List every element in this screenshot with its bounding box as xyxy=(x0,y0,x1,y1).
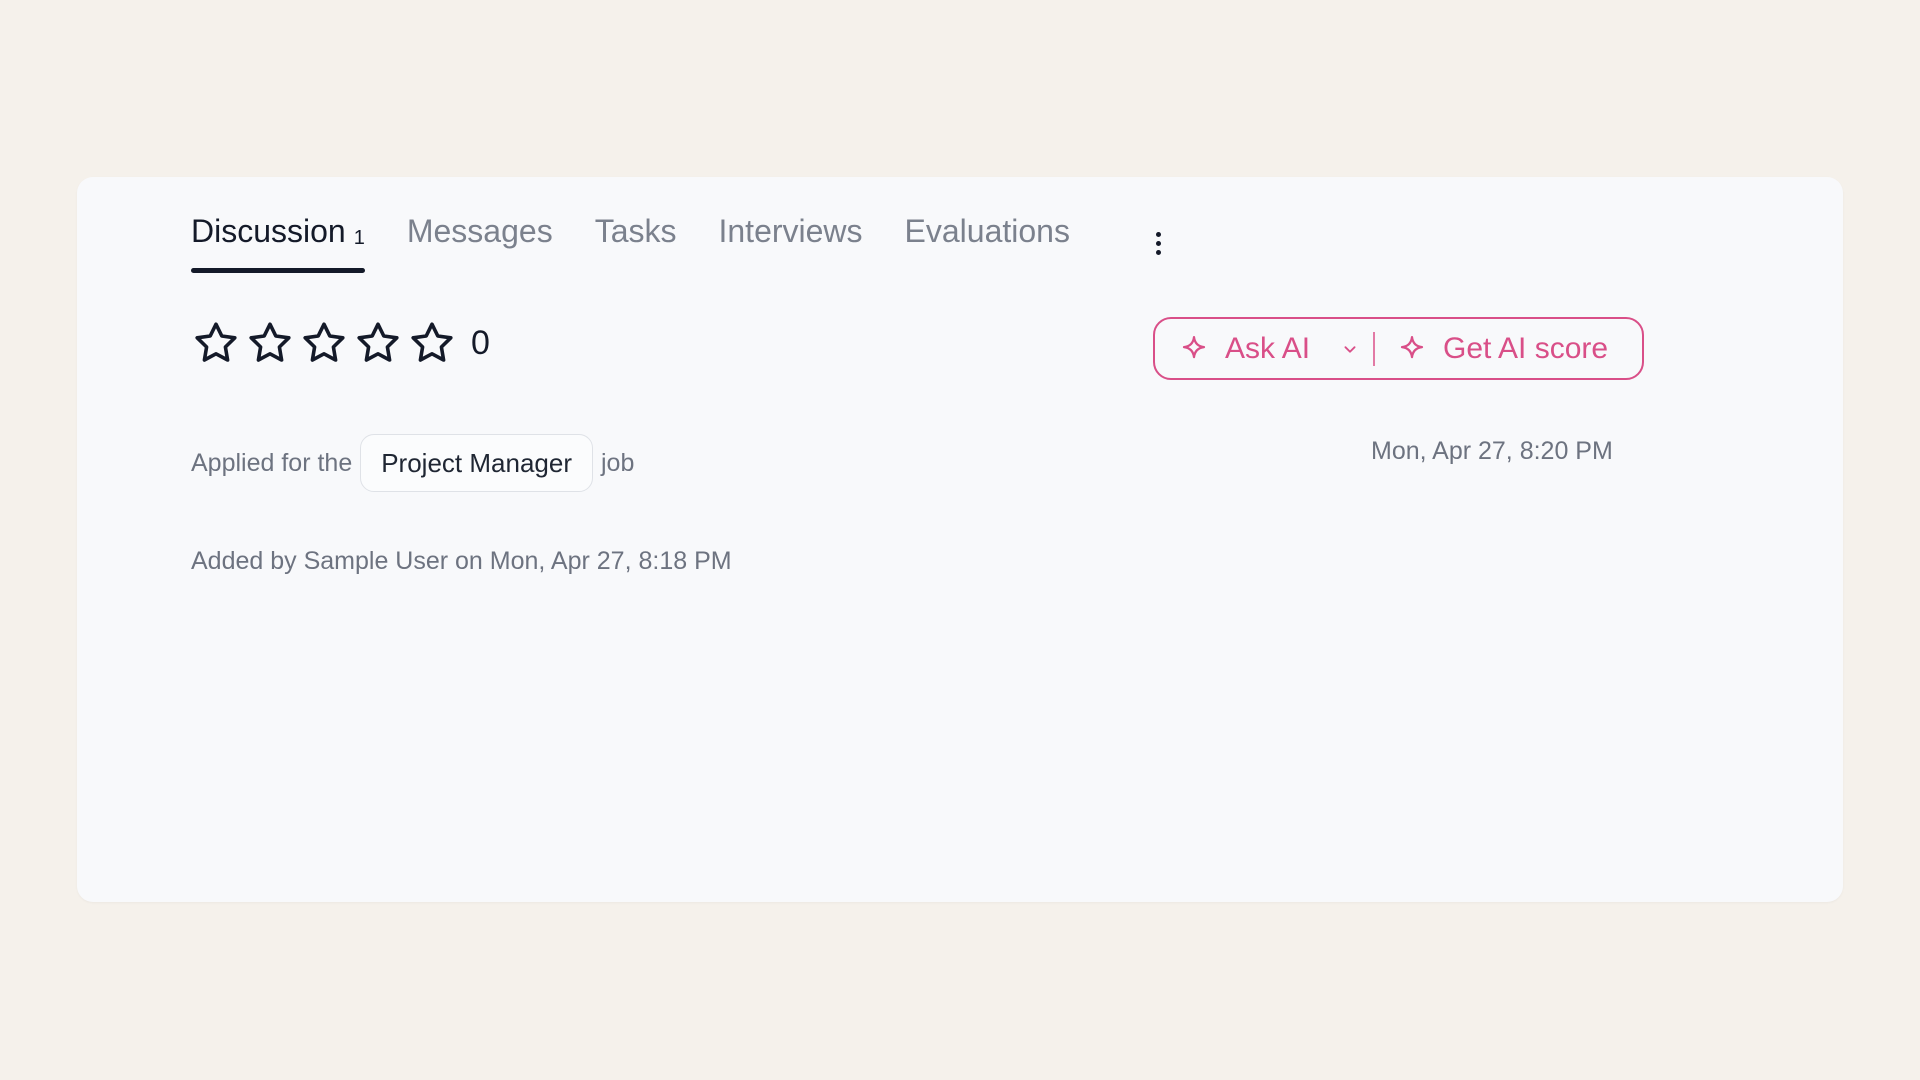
kebab-dot xyxy=(1155,231,1161,237)
star-outline-icon[interactable] xyxy=(353,319,403,367)
tab-tasks[interactable]: Tasks xyxy=(595,213,677,273)
star-outline-icon[interactable] xyxy=(299,319,349,367)
applied-suffix: job xyxy=(600,448,635,477)
get-ai-score-button[interactable]: Get AI score xyxy=(1397,319,1608,378)
tab-discussion[interactable]: Discussion 1 xyxy=(191,213,365,273)
kebab-dot xyxy=(1155,240,1161,246)
tab-interviews[interactable]: Interviews xyxy=(718,213,862,273)
application-timestamp: Mon, Apr 27, 8:20 PM xyxy=(1371,437,1613,465)
tab-evaluations[interactable]: Evaluations xyxy=(905,213,1070,273)
star-outline-icon[interactable] xyxy=(191,319,241,367)
added-by-note: Added by Sample User on Mon, Apr 27, 8:1… xyxy=(191,547,732,575)
applied-prefix: Applied for the xyxy=(191,448,353,477)
ai-actions-group: Ask AI Get AI score xyxy=(1153,317,1644,380)
get-ai-score-label: Get AI score xyxy=(1443,331,1609,365)
tab-evaluations-label: Evaluations xyxy=(904,213,1070,249)
star-rating: 0 xyxy=(191,319,490,367)
tab-tasks-label: Tasks xyxy=(594,213,677,249)
star-outline-icon[interactable] xyxy=(407,319,457,367)
kebab-dot xyxy=(1155,249,1161,255)
star-outline-icon[interactable] xyxy=(245,319,295,367)
applied-for-line: Applied for the Project Manager job xyxy=(191,434,634,492)
tab-messages-label: Messages xyxy=(406,213,553,249)
sparkle-icon xyxy=(1182,335,1206,358)
ask-ai-label: Ask AI xyxy=(1225,331,1311,365)
tab-discussion-count: 1 xyxy=(353,227,365,249)
chevron-down-icon[interactable] xyxy=(1339,338,1361,360)
tab-messages[interactable]: Messages xyxy=(407,213,553,273)
ask-ai-button[interactable]: Ask AI xyxy=(1155,319,1339,378)
tab-discussion-label: Discussion xyxy=(191,213,346,249)
more-tabs-kebab-icon[interactable] xyxy=(1146,228,1170,258)
button-divider xyxy=(1373,331,1375,366)
rating-value: 0 xyxy=(471,323,490,362)
job-title-pill[interactable]: Project Manager xyxy=(360,434,593,492)
candidate-activity-card: Discussion 1 Messages Tasks Interviews Ev… xyxy=(77,177,1843,902)
tab-bar: Discussion 1 Messages Tasks Interviews Ev… xyxy=(191,213,1112,273)
tab-interviews-label: Interviews xyxy=(718,213,863,249)
sparkle-icon xyxy=(1400,335,1424,358)
